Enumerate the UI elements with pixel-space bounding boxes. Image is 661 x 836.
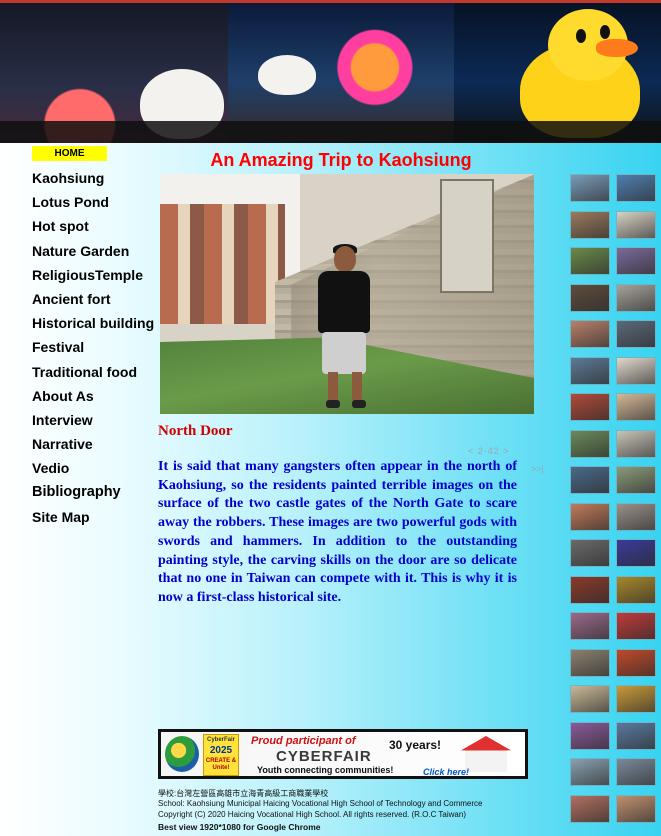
footer: 學校:台灣左營區高雄市立海青高級工商職業學校 School: Kaohsiung… — [158, 789, 483, 832]
thumbnail-image[interactable] — [570, 794, 610, 823]
badge-create: CREATE & Unite! — [205, 758, 237, 771]
boy-shoe-left — [326, 400, 340, 408]
cyberfair-banner: CyberFair 2025 CREATE & Unite! Proud par… — [161, 732, 525, 776]
nav-item-lotus-pond[interactable]: Lotus Pond — [32, 193, 157, 217]
thumbnail-image[interactable] — [570, 685, 610, 713]
thumbnail-image[interactable] — [616, 429, 656, 458]
thumbnail-image[interactable] — [616, 539, 656, 567]
cyberfair-badge: CyberFair 2025 CREATE & Unite! — [203, 734, 239, 776]
thumbnail-image[interactable] — [616, 174, 656, 202]
thumbnail-image[interactable] — [616, 721, 656, 750]
slideshow-last-button[interactable]: >>| — [531, 464, 544, 474]
thumbnail-image[interactable] — [616, 283, 656, 312]
cyberfair-click-here[interactable]: Click here! — [423, 767, 469, 776]
thumbnail-image[interactable] — [570, 247, 610, 275]
cyberfair-years: 30 years! — [389, 738, 442, 752]
boy-leg-left — [328, 372, 338, 400]
thumbnail-image[interactable] — [616, 356, 656, 385]
nav-item-historical-building[interactable]: Historical building — [32, 314, 157, 338]
duck-eye-right — [600, 25, 610, 39]
boy-shoe-right — [352, 400, 366, 408]
thumbnail-image[interactable] — [570, 612, 610, 640]
photo-caption: North Door — [158, 423, 233, 439]
thumbnail-image[interactable] — [570, 502, 610, 531]
photo-stone-relief — [440, 179, 494, 293]
boy-head — [334, 246, 356, 272]
thumbnail-image[interactable] — [616, 648, 656, 677]
nav-item-bibliography[interactable]: Bibliography — [32, 483, 157, 507]
thumbnail-image[interactable] — [570, 721, 610, 750]
thumbnail-image[interactable] — [570, 210, 610, 239]
thumbnail-image[interactable] — [570, 283, 610, 312]
cyberfair-name: CYBERFAIR — [276, 748, 372, 765]
thumbnail-image[interactable] — [570, 393, 610, 421]
thumbnail-image[interactable] — [616, 210, 656, 239]
boy-shorts — [322, 332, 366, 374]
nav-item-vedio[interactable]: Vedio — [32, 459, 157, 483]
footer-best-view: Best view 1920*1080 for Google Chrome — [158, 821, 321, 832]
nav-item-about-as[interactable]: About As — [32, 387, 157, 411]
thumbnail-image[interactable] — [616, 758, 656, 786]
thumbnail-image[interactable] — [570, 539, 610, 567]
thumbnail-image[interactable] — [616, 393, 656, 421]
thumbnail-image[interactable] — [570, 575, 610, 604]
left-nav: HOME Kaohsiung Lotus Pond Hot spot Natur… — [32, 146, 157, 532]
white-balloon — [258, 55, 316, 95]
nav-item-hot-spot[interactable]: Hot spot — [32, 217, 157, 241]
description-text: It is said that many gangsters often app… — [158, 459, 517, 605]
thumbnail-image[interactable] — [570, 174, 610, 202]
cyberfair-proud-text: Proud participant of — [251, 735, 356, 747]
boy-shirt — [318, 271, 370, 333]
thumbnail-image[interactable] — [616, 575, 656, 604]
duck-eye-left — [576, 29, 586, 43]
home-button[interactable]: HOME — [32, 146, 107, 161]
north-door-photo — [160, 174, 534, 414]
thumbnail-image[interactable] — [570, 758, 610, 786]
nav-item-festival[interactable]: Festival — [32, 338, 157, 362]
footer-school-chinese: 學校:台灣左營區高雄市立海青高級工商職業學校 — [158, 789, 329, 798]
header-banner — [0, 0, 661, 143]
nav-item-site-map[interactable]: Site Map — [32, 508, 157, 532]
duck-beak — [596, 39, 638, 57]
thumbnail-image[interactable] — [570, 429, 610, 458]
nav-item-nature-garden[interactable]: Nature Garden — [32, 242, 157, 266]
thumbnail-image[interactable] — [616, 502, 656, 531]
thumbnail-image[interactable] — [570, 356, 610, 385]
nav-item-ancient-fort[interactable]: Ancient fort — [32, 290, 157, 314]
thumbnail-image[interactable] — [616, 247, 656, 275]
badge-year: 2025 — [209, 745, 233, 756]
nav-item-kaohsiung[interactable]: Kaohsiung — [32, 169, 157, 193]
photo-buildings — [160, 204, 285, 324]
cyberfair-slogan: Youth connecting communities! — [257, 765, 394, 775]
thumbnail-image[interactable] — [570, 466, 610, 494]
globe-icon — [165, 736, 199, 772]
nav-item-interview[interactable]: Interview — [32, 411, 157, 435]
nav-item-religious-temple[interactable]: ReligiousTemple — [32, 266, 157, 290]
thumbnail-image[interactable] — [570, 320, 610, 348]
thumbnail-image[interactable] — [616, 685, 656, 713]
nav-item-narrative[interactable]: Narrative — [32, 435, 157, 459]
boy-leg-right — [352, 372, 362, 400]
thumbnail-image[interactable] — [616, 612, 656, 640]
badge-title: CyberFair — [206, 737, 235, 743]
cyberfair-banner-link[interactable]: CyberFair 2025 CREATE & Unite! Proud par… — [158, 729, 528, 779]
page-title: An Amazing Trip to Kaohsiung — [210, 150, 472, 170]
nav-item-traditional-food[interactable]: Traditional food — [32, 363, 157, 387]
thumbnail-image[interactable] — [616, 320, 656, 348]
banner-crowd — [0, 121, 661, 143]
footer-school-english: School: Kaohsiung Municipal Haicing Voca… — [158, 799, 483, 809]
thumbnail-image[interactable] — [570, 648, 610, 677]
thumbnail-image[interactable] — [616, 466, 656, 494]
thumbnail-image[interactable] — [616, 794, 656, 823]
slideshow-pager[interactable]: < 2-42 > — [468, 446, 510, 456]
footer-copyright: Copyright (C) 2020 Haicing Vocational Hi… — [158, 809, 466, 819]
